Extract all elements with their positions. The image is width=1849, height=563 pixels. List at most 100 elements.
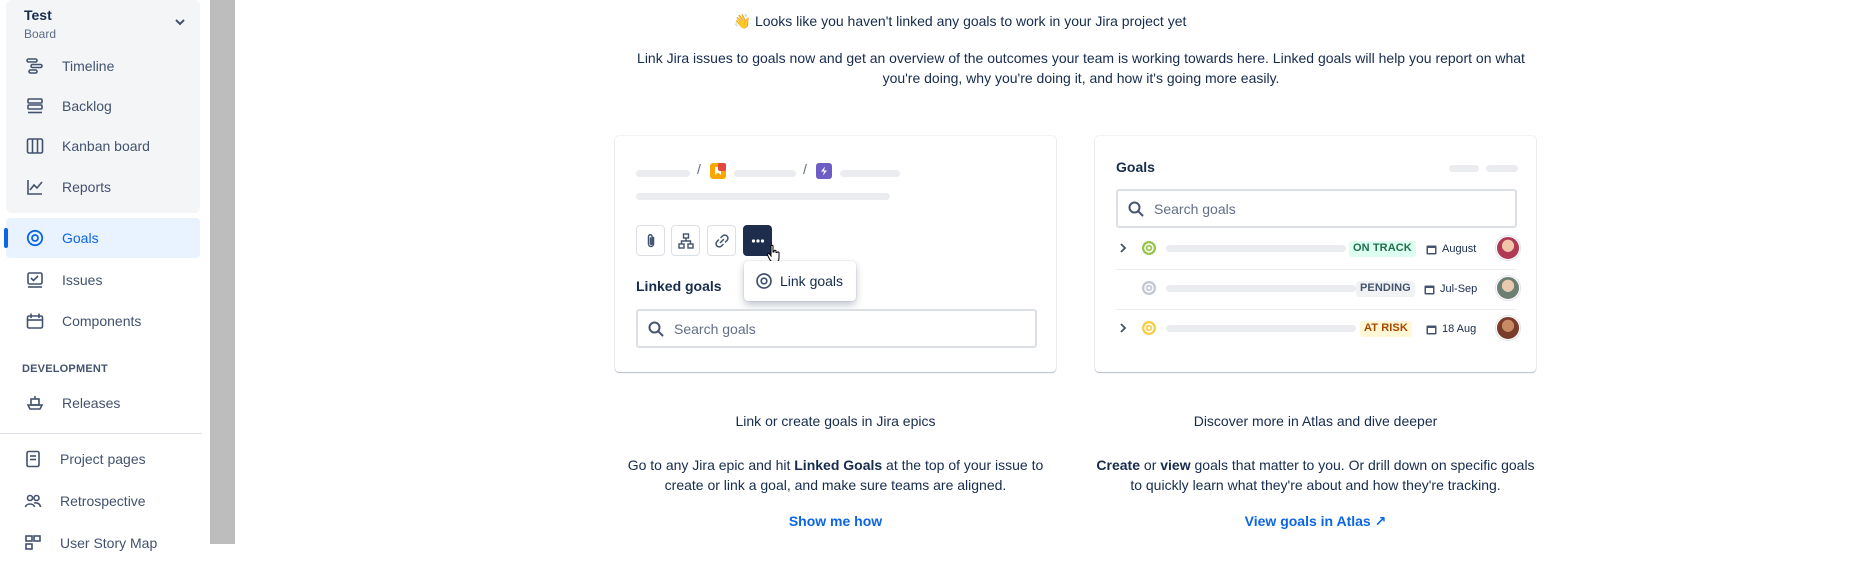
target-date: August <box>1426 241 1476 257</box>
body-text: goals that matter to you. Or drill down … <box>1130 457 1535 493</box>
project-type: Board <box>24 27 57 41</box>
goal-name-skeleton <box>1166 285 1356 292</box>
sidebar-item-project-pages[interactable]: Project pages <box>6 439 200 479</box>
goals-search[interactable] <box>1116 189 1517 228</box>
goal-status-icon <box>1142 241 1156 255</box>
attach-button[interactable] <box>636 225 665 256</box>
target-date: 18 Aug <box>1426 321 1476 337</box>
link-goals-menu-item[interactable]: Link goals <box>744 261 856 301</box>
header-skeleton <box>1486 165 1518 172</box>
components-icon <box>25 311 45 331</box>
body-bold: Create <box>1096 457 1141 473</box>
sidebar-item-reports[interactable]: Reports <box>6 167 200 207</box>
sidebar-item-label: Timeline <box>62 58 115 74</box>
status-badge: ON TRACK <box>1349 241 1416 257</box>
sidebar-item-label: Retrospective <box>60 493 146 509</box>
lightning-icon <box>816 163 832 179</box>
issues-icon <box>25 270 45 290</box>
active-indicator <box>4 228 8 248</box>
pages-icon <box>23 449 43 469</box>
project-header[interactable]: Test Board <box>24 7 56 41</box>
link-label: View goals in Atlas <box>1244 513 1371 529</box>
sidebar-divider <box>0 433 202 434</box>
goal-status-icon <box>1142 321 1156 335</box>
wave-emoji: 👋 <box>733 13 752 29</box>
retro-icon <box>23 491 43 511</box>
chevron-right-icon[interactable] <box>1118 322 1128 334</box>
sidebar-item-issues[interactable]: Issues <box>6 260 200 300</box>
show-me-how-link[interactable]: Show me how <box>615 513 1056 529</box>
sidebar-scrollbar[interactable] <box>210 0 235 544</box>
target-date-label: Jul-Sep <box>1440 283 1478 295</box>
sidebar-item-releases[interactable]: Releases <box>6 383 200 423</box>
linked-goals-title: Linked goals <box>636 278 722 294</box>
goal-name-skeleton <box>1166 245 1346 252</box>
goal-icon <box>756 273 772 289</box>
sidebar-item-kanban-board[interactable]: Kanban board <box>6 126 200 166</box>
attachment-icon <box>647 233 654 247</box>
calendar-icon <box>1426 245 1437 254</box>
sidebar-item-components[interactable]: Components <box>6 301 200 341</box>
target-date-label: 18 Aug <box>1442 323 1477 335</box>
body-text: Go to any Jira epic and hit <box>627 457 795 473</box>
sidebar-item-retrospective[interactable]: Retrospective <box>6 481 200 521</box>
view-goals-in-atlas-link[interactable]: View goals in Atlas ↗ <box>1095 513 1536 530</box>
status-badge: PENDING <box>1356 281 1415 297</box>
sidebar-item-timeline[interactable]: Timeline <box>6 46 200 86</box>
linked-goals-search[interactable] <box>636 309 1037 348</box>
timeline-icon <box>25 56 45 76</box>
goals-icon <box>25 228 45 248</box>
avatar <box>1496 316 1520 340</box>
target-date: Jul-Sep <box>1424 281 1477 297</box>
goal-name-skeleton <box>1166 325 1356 332</box>
empty-state-intro: Link Jira issues to goals now and get an… <box>637 50 1525 86</box>
avatar <box>1496 236 1520 260</box>
calendar-icon <box>1426 325 1437 334</box>
search-icon <box>1128 201 1144 216</box>
body-bold: view <box>1160 457 1191 473</box>
sidebar-item-label: User Story Map <box>60 535 158 551</box>
body-text: or <box>1140 457 1161 473</box>
sidebar-item-label: Releases <box>62 395 121 411</box>
backlog-icon <box>25 96 45 116</box>
headline-text: Looks like you haven't linked any goals … <box>754 13 1187 29</box>
body-bold: Linked Goals <box>794 457 883 473</box>
sidebar-item-label: Reports <box>62 179 112 195</box>
breadcrumb-skeleton <box>734 170 796 177</box>
avatar <box>1496 276 1520 300</box>
goal-row[interactable]: PENDING Jul-Sep <box>1116 269 1520 307</box>
goal-row[interactable]: ON TRACK August <box>1116 229 1520 267</box>
chevron-right-icon[interactable] <box>1118 242 1128 254</box>
right-column-body: Create or view goals that matter to you.… <box>1095 455 1536 495</box>
goals-card-title: Goals <box>1116 159 1155 175</box>
link-issue-button[interactable] <box>707 225 736 256</box>
external-link-icon: ↗ <box>1374 513 1387 529</box>
empty-state-headline: 👋 Looks like you haven't linked any goal… <box>600 13 1320 30</box>
header-skeleton <box>1449 165 1479 172</box>
goal-row[interactable]: AT RISK 18 Aug <box>1116 309 1520 347</box>
reports-icon <box>25 177 45 197</box>
breadcrumb-separator: / <box>697 161 701 177</box>
child-issue-button[interactable] <box>671 225 700 256</box>
hierarchy-icon <box>677 232 694 249</box>
more-icon <box>751 238 764 243</box>
sidebar-item-goals[interactable]: Goals <box>6 218 200 258</box>
epic-badge-icon <box>718 163 726 171</box>
breadcrumb-skeleton <box>636 170 690 177</box>
story-map-icon <box>23 533 43 553</box>
board-icon <box>25 136 45 156</box>
chevron-down-icon[interactable] <box>174 16 186 28</box>
sidebar-item-user-story-map[interactable]: User Story Map <box>6 523 200 563</box>
sidebar: Test Board Timeline Backlog Kanban board… <box>0 0 210 551</box>
sidebar-item-label: Components <box>62 313 142 329</box>
sidebar-item-backlog[interactable]: Backlog <box>6 86 200 126</box>
link-icon <box>714 233 729 248</box>
project-name: Test <box>24 7 52 23</box>
breadcrumb-separator: / <box>803 161 807 177</box>
search-input[interactable] <box>674 320 974 337</box>
right-column-title: Discover more in Atlas and dive deeper <box>1193 413 1438 429</box>
link-goals-label: Link goals <box>780 273 844 289</box>
breadcrumb-skeleton <box>840 170 900 177</box>
search-input[interactable] <box>1154 200 1454 217</box>
section-label-development: DEVELOPMENT <box>22 363 108 375</box>
